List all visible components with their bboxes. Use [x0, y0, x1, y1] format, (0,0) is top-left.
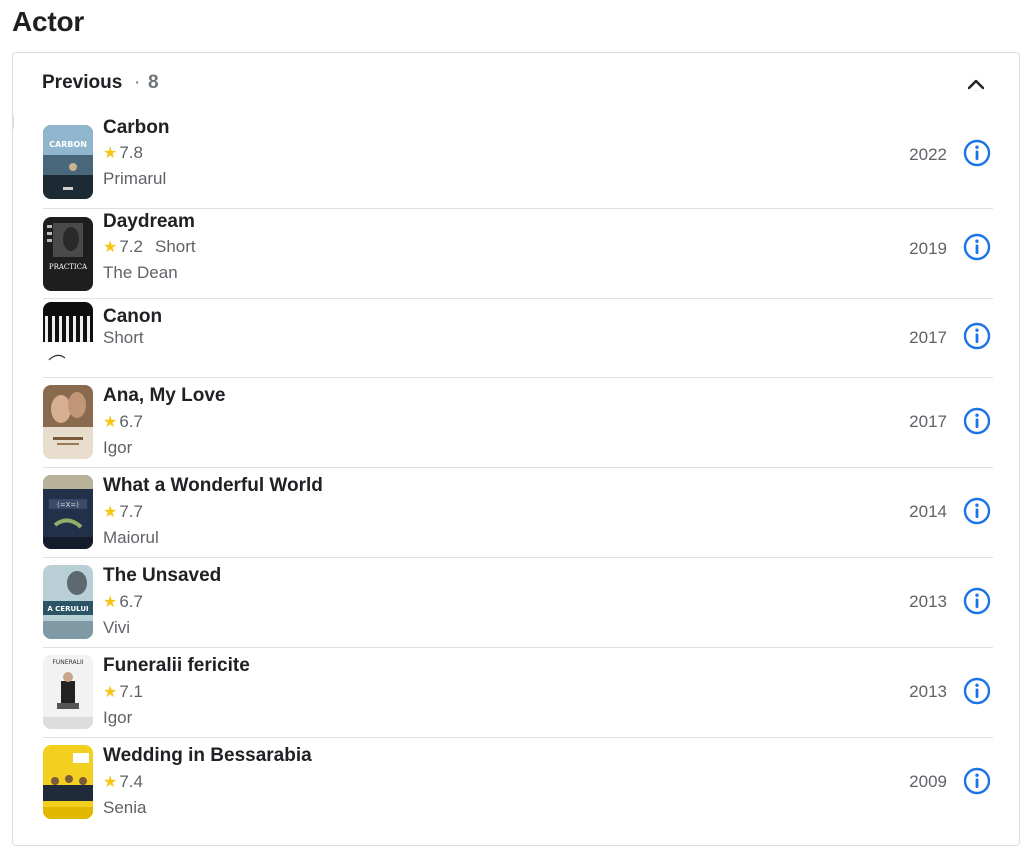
info-icon[interactable] — [963, 767, 991, 795]
credit-role: Maiorul — [103, 528, 159, 547]
star-icon: ★ — [103, 504, 118, 521]
info-icon[interactable] — [963, 497, 991, 525]
credit-year: 2014 — [909, 502, 947, 521]
credit-title[interactable]: Wedding in Bessarabia — [103, 745, 312, 767]
credit-year: 2017 — [909, 412, 947, 431]
credit-row[interactable]: Wedding in Bessarabia ★ 7.4 Senia 2009 — [43, 738, 993, 832]
divider — [13, 115, 14, 129]
credit-year: 2013 — [909, 682, 947, 701]
credit-rating: 7.2 — [119, 237, 143, 256]
svg-text:(=X=): (=X=) — [57, 501, 79, 509]
poster-image — [43, 745, 93, 819]
svg-text:A CERULUI: A CERULUI — [47, 605, 88, 613]
credit-meta: ★ 7.8 — [103, 143, 143, 163]
star-icon: ★ — [103, 684, 118, 701]
poster-image: FUNERALII — [43, 655, 93, 729]
star-icon: ★ — [103, 414, 118, 431]
svg-text:PRACTICA: PRACTICA — [49, 263, 88, 271]
credit-row[interactable]: PRACTICA Daydream ★ 7.2 Short The Dean 201… — [43, 209, 993, 299]
credit-rating: 7.4 — [119, 772, 143, 791]
credit-role: Senia — [103, 798, 147, 817]
credit-title[interactable]: Canon — [103, 306, 162, 328]
credit-year: 2022 — [909, 145, 947, 164]
credit-meta: ★ 7.2 Short — [103, 237, 196, 257]
accordion-label: Previous — [42, 72, 123, 93]
credit-rating: 6.7 — [119, 592, 143, 611]
star-icon: ★ — [103, 239, 118, 256]
credit-year: 2017 — [909, 328, 947, 347]
poster-image: CARBON — [43, 125, 93, 199]
credit-row[interactable]: CARBON Carbon ★ 7.8 Primarul 2022 — [43, 115, 993, 209]
filmography-card: Previous · 8 CARBON Carbon ★ 7.8 Primarul — [12, 52, 1020, 846]
credit-row[interactable]: Ana, My Love ★ 6.7 Igor 2017 — [43, 378, 993, 468]
credit-kind: Short — [154, 237, 196, 256]
credit-row[interactable]: A CERULUI The Unsaved ★ 6.7 Vivi 2013 — [43, 558, 993, 648]
credit-title[interactable]: Carbon — [103, 117, 170, 139]
credit-row[interactable]: FUNERALII Funeralii fericite ★ 7.1 Igor 2… — [43, 648, 993, 738]
info-icon[interactable] — [963, 233, 991, 261]
credit-title[interactable]: Ana, My Love — [103, 385, 225, 407]
credit-title[interactable]: What a Wonderful World — [103, 475, 323, 497]
credit-meta: ★ 6.7 — [103, 412, 143, 432]
credit-row[interactable]: Canon Short 2017 — [43, 299, 993, 378]
credit-year: 2013 — [909, 592, 947, 611]
star-icon: ★ — [103, 774, 118, 791]
poster-image: PRACTICA — [43, 217, 93, 291]
credit-role: Vivi — [103, 618, 131, 637]
svg-text:FUNERALII: FUNERALII — [52, 659, 83, 666]
credit-rating: 6.7 — [119, 412, 143, 431]
credit-role: Igor — [103, 708, 133, 727]
accordion-count: 8 — [148, 72, 159, 93]
poster-image — [43, 302, 93, 376]
credit-title[interactable]: Funeralii fericite — [103, 655, 250, 677]
accordion-separator: · — [134, 72, 141, 93]
credit-role: Igor — [103, 438, 133, 457]
credit-year: 2019 — [909, 239, 947, 258]
credit-role: The Dean — [103, 263, 178, 282]
credit-rating: 7.1 — [119, 682, 143, 701]
credit-meta: ★ 7.7 — [103, 502, 143, 522]
credit-rating: 7.7 — [119, 502, 143, 521]
credit-year: 2009 — [909, 772, 947, 791]
info-icon[interactable] — [963, 407, 991, 435]
credit-kind: Short — [103, 328, 144, 347]
section-title: Actor — [12, 6, 85, 37]
credit-role: Primarul — [103, 169, 167, 188]
credit-meta: Short — [103, 328, 144, 348]
poster-image — [43, 385, 93, 459]
credit-meta: ★ 7.4 — [103, 772, 143, 792]
star-icon: ★ — [103, 594, 118, 611]
credit-meta: ★ 7.1 — [103, 682, 143, 702]
credit-row[interactable]: (=X=) What a Wonderful World ★ 7.7 Maioru… — [43, 468, 993, 558]
credit-rating: 7.8 — [119, 143, 143, 162]
info-icon[interactable] — [963, 139, 991, 167]
previous-accordion-header[interactable]: Previous · 8 — [13, 53, 1019, 115]
chevron-up-icon[interactable] — [965, 75, 987, 93]
credit-title[interactable]: The Unsaved — [103, 565, 221, 587]
info-icon[interactable] — [963, 587, 991, 615]
svg-text:CARBON: CARBON — [49, 140, 87, 149]
info-icon[interactable] — [963, 322, 991, 350]
credit-title[interactable]: Daydream — [103, 211, 195, 233]
info-icon[interactable] — [963, 677, 991, 705]
star-icon: ★ — [103, 145, 118, 162]
poster-image: (=X=) — [43, 475, 93, 549]
credit-meta: ★ 6.7 — [103, 592, 143, 612]
poster-image: A CERULUI — [43, 565, 93, 639]
